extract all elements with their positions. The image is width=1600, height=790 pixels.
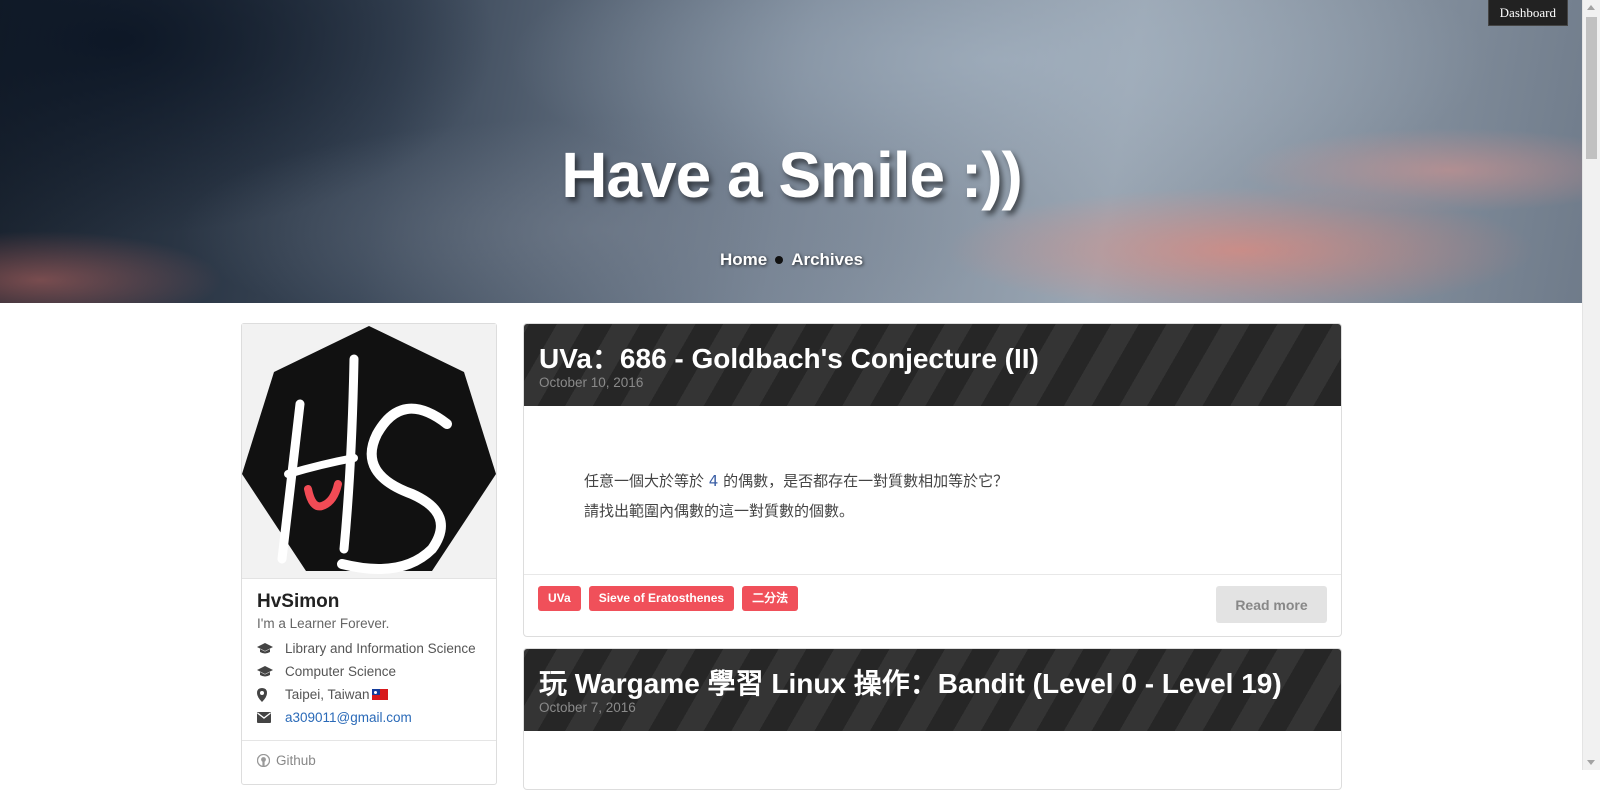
info-item-location: Taipei, Taiwan <box>257 683 496 706</box>
nav-home-link[interactable]: Home <box>720 250 767 269</box>
scrollbar-thumb[interactable] <box>1586 17 1597 159</box>
taiwan-flag-icon <box>371 689 388 700</box>
info-text: Computer Science <box>285 664 397 679</box>
info-text: Taipei, Taiwan <box>285 687 370 702</box>
excerpt-line: 請找出範圍內偶數的這一對質數的個數。 <box>584 502 855 520</box>
profile-sidebar: HvSimon I'm a Learner Forever. Library a… <box>241 323 497 785</box>
info-item-education-2: Computer Science <box>257 660 496 683</box>
post-date: October 10, 2016 <box>539 375 644 390</box>
email-link[interactable]: a309011@gmail.com <box>285 710 412 725</box>
read-more-button[interactable]: Read more <box>1216 586 1327 623</box>
site-title[interactable]: Have a Smile :)) <box>0 138 1583 212</box>
nav-separator-dot <box>775 255 784 264</box>
hero-banner: Have a Smile :)) Home Archives <box>0 0 1583 303</box>
envelope-icon <box>257 712 285 723</box>
post-header: 玩 Wargame 學習 Linux 操作：Bandit (Level 0 - … <box>524 649 1341 731</box>
github-link[interactable]: Github <box>257 753 496 768</box>
post-header: UVa：686 - Goldbach's Conjecture (II) Oct… <box>524 324 1341 406</box>
nav-archives-link[interactable]: Archives <box>791 250 863 269</box>
tag-sieve-of-eratosthenes[interactable]: Sieve of Eratosthenes <box>588 586 735 611</box>
post-title-link[interactable]: UVa：686 - Goldbach's Conjecture (II) <box>539 337 1039 377</box>
post-footer: UVa Sieve of Eratosthenes 二分法 Read more <box>524 575 1341 632</box>
post-card: 玩 Wargame 學習 Linux 操作：Bandit (Level 0 - … <box>523 648 1342 790</box>
info-item-email: a309011@gmail.com <box>257 706 496 729</box>
page-scrollbar[interactable] <box>1582 0 1600 770</box>
github-link-label[interactable]: Github <box>276 753 316 768</box>
info-text: Library and Information Science <box>285 641 476 656</box>
sidebar-divider <box>242 740 496 741</box>
dashboard-button[interactable]: Dashboard <box>1487 0 1568 26</box>
graduation-cap-icon <box>257 665 285 678</box>
github-icon <box>257 754 270 767</box>
avatar <box>242 324 496 579</box>
scroll-down-arrow-icon[interactable] <box>1587 760 1595 765</box>
tag-binary-search[interactable]: 二分法 <box>742 586 799 611</box>
profile-info-list: Library and Information Science Computer… <box>242 637 496 729</box>
profile-motto: I'm a Learner Forever. <box>257 616 390 631</box>
scroll-up-arrow-icon[interactable] <box>1587 5 1595 10</box>
hs-logo-icon <box>242 326 496 574</box>
excerpt-line: 任意一個大於等於 4 的偶數，是否都存在一對質數相加等於它？ <box>584 472 1009 490</box>
post-card: UVa：686 - Goldbach's Conjecture (II) Oct… <box>523 323 1342 637</box>
graduation-cap-icon <box>257 642 285 655</box>
post-excerpt: 任意一個大於等於 4 的偶數，是否都存在一對質數相加等於它？ 請找出範圍內偶數的… <box>524 406 1341 575</box>
main-nav: Home Archives <box>0 250 1583 270</box>
tag-uva[interactable]: UVa <box>538 586 581 611</box>
profile-name: HvSimon <box>257 591 340 612</box>
map-marker-icon <box>257 687 285 702</box>
post-title-link[interactable]: 玩 Wargame 學習 Linux 操作：Bandit (Level 0 - … <box>539 662 1282 702</box>
post-date: October 7, 2016 <box>539 700 636 715</box>
tag-list: UVa Sieve of Eratosthenes 二分法 <box>538 586 799 611</box>
info-item-education-1: Library and Information Science <box>257 637 496 660</box>
